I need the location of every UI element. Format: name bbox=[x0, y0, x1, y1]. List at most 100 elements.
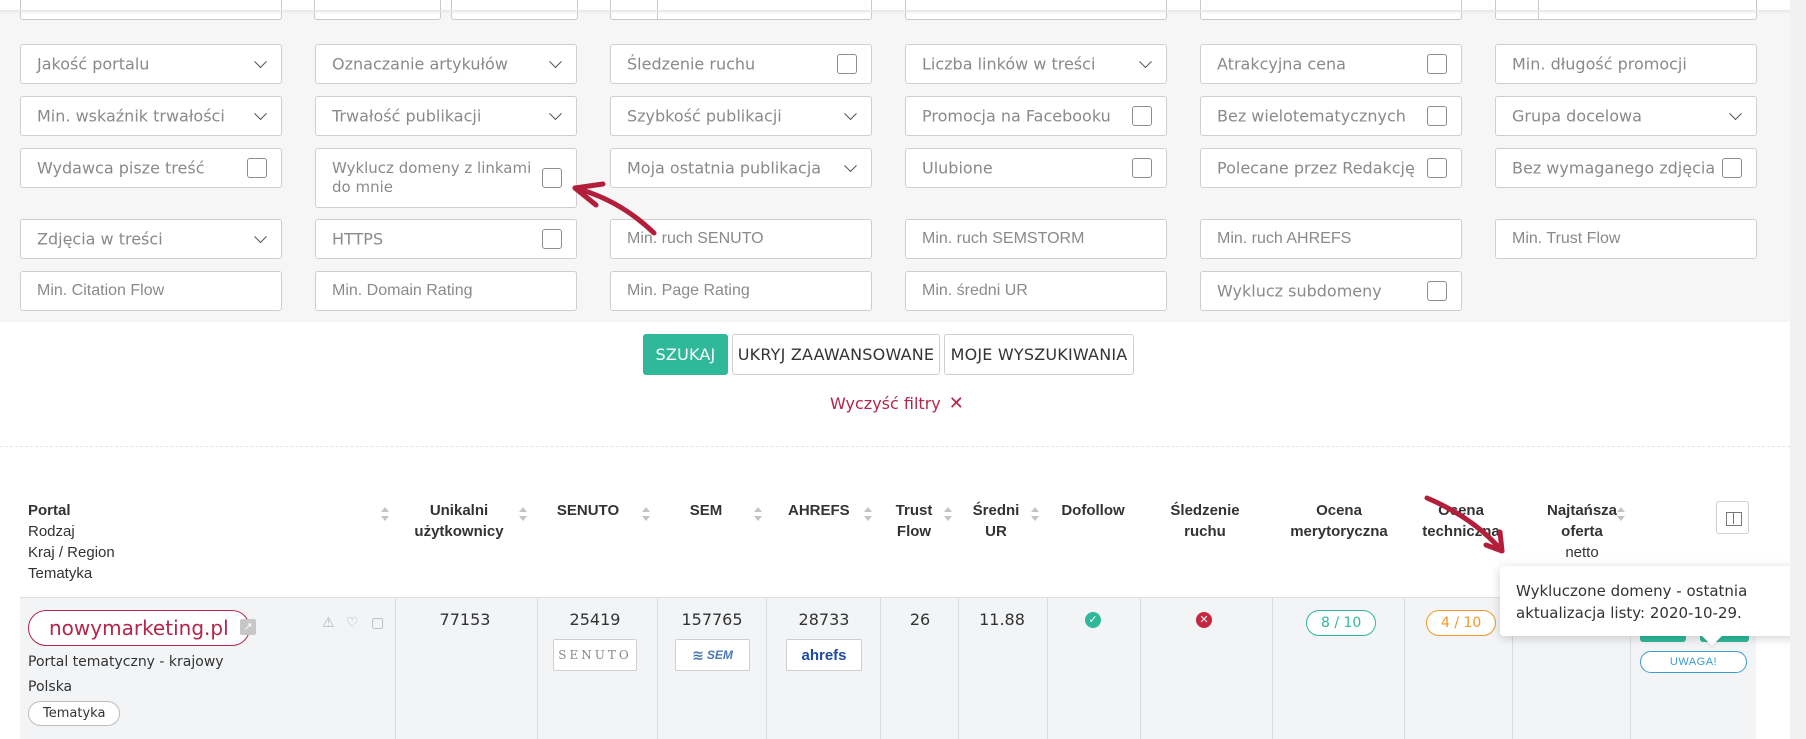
topic-tag[interactable]: Tematyka bbox=[28, 701, 121, 726]
attractive-price-checkbox[interactable] bbox=[1427, 54, 1447, 74]
target-group-select[interactable]: Grupa docelowa bbox=[1495, 96, 1757, 136]
header-trust-flow: Trust Flow bbox=[892, 500, 936, 542]
min-citation-flow-input[interactable]: Min. Citation Flow bbox=[20, 271, 282, 311]
chevron-down-icon bbox=[254, 55, 267, 69]
header-content-score: Ocena merytoryczna bbox=[1284, 500, 1394, 542]
min-semstorm-placeholder: Min. ruch SEMSTORM bbox=[922, 230, 1085, 247]
columns-toggle-button[interactable] bbox=[1716, 501, 1749, 534]
header-cheapest-net: netto bbox=[1565, 544, 1599, 561]
tech-score-badge: 4 / 10 bbox=[1426, 610, 1497, 636]
favorites-checkbox-field[interactable]: Ulubione bbox=[905, 148, 1167, 188]
sort-ahrefs-icon[interactable] bbox=[864, 507, 872, 521]
article-marking-select[interactable]: Oznaczanie artykułów bbox=[315, 44, 577, 84]
traffic-tracking-checkbox-field[interactable]: Śledzenie ruchu bbox=[610, 44, 872, 84]
header-trust-flow-line1: Trust bbox=[895, 502, 933, 519]
publication-speed-label: Szybkość publikacji bbox=[627, 106, 782, 126]
senuto-logo[interactable]: SENUTO bbox=[553, 639, 637, 671]
my-searches-button[interactable]: MOJE WYSZUKIWANIA bbox=[944, 334, 1134, 375]
no-multitopic-label: Bez wielotematycznych bbox=[1217, 106, 1406, 126]
attractive-price-label: Atrakcyjna cena bbox=[1217, 54, 1346, 74]
sort-cheapest-icon[interactable] bbox=[1617, 507, 1625, 521]
sem-logo[interactable]: ≋ SEM bbox=[675, 639, 750, 671]
heart-icon[interactable]: ♡ bbox=[346, 614, 359, 631]
exclude-linked-domains-checkbox[interactable] bbox=[542, 168, 562, 188]
min-semstorm-input[interactable]: Min. ruch SEMSTORM bbox=[905, 219, 1167, 259]
content-photos-label: Zdjęcia w treści bbox=[37, 229, 163, 249]
favorites-checkbox[interactable] bbox=[1132, 158, 1152, 178]
no-required-photo-checkbox-field[interactable]: Bez wymaganego zdjęcia bbox=[1495, 148, 1757, 188]
header-tracking-line2: ruchu bbox=[1184, 523, 1226, 540]
chevron-down-icon bbox=[1139, 55, 1152, 69]
sort-trust-flow-icon[interactable] bbox=[944, 507, 952, 521]
min-ahrefs-placeholder: Min. ruch AHREFS bbox=[1217, 230, 1352, 247]
min-trust-flow-input[interactable]: Min. Trust Flow bbox=[1495, 219, 1757, 259]
content-photos-select[interactable]: Zdjęcia w treści bbox=[20, 219, 282, 259]
min-promo-length-input[interactable]: Min. długość promocji bbox=[1495, 44, 1757, 84]
note-icon[interactable]: ▢ bbox=[371, 614, 384, 631]
traffic-tracking-label: Śledzenie ruchu bbox=[627, 54, 756, 74]
hide-advanced-button[interactable]: UKRYJ ZAAWANSOWANE bbox=[732, 334, 940, 375]
traffic-tracking-checkbox[interactable] bbox=[837, 54, 857, 74]
editor-recommended-checkbox[interactable] bbox=[1427, 158, 1447, 178]
sort-avg-ur-icon[interactable] bbox=[1031, 507, 1039, 521]
clear-filters-link[interactable]: Wyczyść filtry ✕ bbox=[830, 393, 964, 414]
my-last-publication-select[interactable]: Moja ostatnia publikacja bbox=[610, 148, 872, 188]
trust-flow-value: 26 bbox=[909, 610, 931, 629]
header-cheapest-line2: oferta bbox=[1561, 523, 1603, 540]
avg-ur-value: 11.88 bbox=[979, 610, 1025, 629]
portal-country: Polska bbox=[28, 679, 73, 695]
min-senuto-input[interactable]: Min. ruch SENUTO bbox=[610, 219, 872, 259]
min-page-rating-input[interactable]: Min. Page Rating bbox=[610, 271, 872, 311]
min-page-rating-placeholder: Min. Page Rating bbox=[627, 282, 750, 299]
facebook-promo-checkbox[interactable] bbox=[1132, 106, 1152, 126]
exclude-linked-domains-checkbox-field[interactable]: Wyklucz domeny z linkami do mnie bbox=[315, 148, 577, 208]
editor-recommended-checkbox-field[interactable]: Polecane przez Redakcję bbox=[1200, 148, 1462, 188]
chevron-down-icon bbox=[254, 230, 267, 244]
search-button[interactable]: SZUKAJ bbox=[643, 334, 728, 375]
portal-type: Portal tematyczny - krajowy bbox=[28, 654, 224, 670]
external-link-icon[interactable]: ↗ bbox=[240, 619, 256, 635]
header-ahrefs: AHREFS bbox=[788, 502, 850, 519]
content-score-badge: 8 / 10 bbox=[1306, 610, 1377, 636]
header-unique-users-line1: Unikalni bbox=[429, 502, 489, 519]
min-ahrefs-input[interactable]: Min. ruch AHREFS bbox=[1200, 219, 1462, 259]
header-tracking-line1: Śledzenie bbox=[1170, 502, 1240, 519]
col-divider bbox=[657, 597, 658, 739]
header-portal: Portal Rodzaj Kraj / Region Tematyka bbox=[28, 500, 115, 584]
scrollbar[interactable] bbox=[1790, 0, 1806, 739]
sort-portal-icon[interactable] bbox=[381, 507, 389, 521]
min-avg-ur-input[interactable]: Min. średni UR bbox=[905, 271, 1167, 311]
no-multitopic-checkbox-field[interactable]: Bez wielotematycznych bbox=[1200, 96, 1462, 136]
publication-durability-select[interactable]: Trwałość publikacji bbox=[315, 96, 577, 136]
publisher-writes-checkbox-field[interactable]: Wydawca pisze treść bbox=[20, 148, 282, 188]
attractive-price-checkbox-field[interactable]: Atrakcyjna cena bbox=[1200, 44, 1462, 84]
links-count-label: Liczba linków w treści bbox=[922, 54, 1096, 74]
exclude-subdomains-checkbox-field[interactable]: Wyklucz subdomeny bbox=[1200, 271, 1462, 311]
min-domain-rating-input[interactable]: Min. Domain Rating bbox=[315, 271, 577, 311]
clear-filters-label: Wyczyść filtry bbox=[830, 394, 941, 413]
https-checkbox-field[interactable]: HTTPS bbox=[315, 219, 577, 259]
https-checkbox[interactable] bbox=[542, 229, 562, 249]
chevron-down-icon bbox=[844, 159, 857, 173]
links-count-select[interactable]: Liczba linków w treści bbox=[905, 44, 1167, 84]
col-divider bbox=[1272, 597, 1273, 739]
sort-sem-icon[interactable] bbox=[754, 507, 762, 521]
sort-senuto-icon[interactable] bbox=[642, 507, 650, 521]
facebook-promo-checkbox-field[interactable]: Promocja na Facebooku bbox=[905, 96, 1167, 136]
min-durability-select[interactable]: Min. wskaźnik trwałości bbox=[20, 96, 282, 136]
no-required-photo-checkbox[interactable] bbox=[1722, 158, 1742, 178]
warning-badge[interactable]: UWAGA! bbox=[1640, 651, 1747, 673]
publication-speed-select[interactable]: Szybkość publikacji bbox=[610, 96, 872, 136]
domain-link[interactable]: nowymarketing.pl bbox=[28, 610, 250, 646]
no-multitopic-checkbox[interactable] bbox=[1427, 106, 1447, 126]
header-content-score-line1: Ocena bbox=[1316, 502, 1362, 519]
warning-icon[interactable]: ⚠ bbox=[322, 614, 335, 631]
publisher-writes-checkbox[interactable] bbox=[247, 158, 267, 178]
quality-select[interactable]: Jakość portalu bbox=[20, 44, 282, 84]
sort-unique-users-icon[interactable] bbox=[519, 507, 527, 521]
col-divider bbox=[958, 597, 959, 739]
col-divider bbox=[537, 597, 538, 739]
exclude-subdomains-checkbox[interactable] bbox=[1427, 281, 1447, 301]
chevron-down-icon bbox=[549, 107, 562, 121]
ahrefs-logo[interactable]: ahrefs bbox=[786, 639, 862, 671]
